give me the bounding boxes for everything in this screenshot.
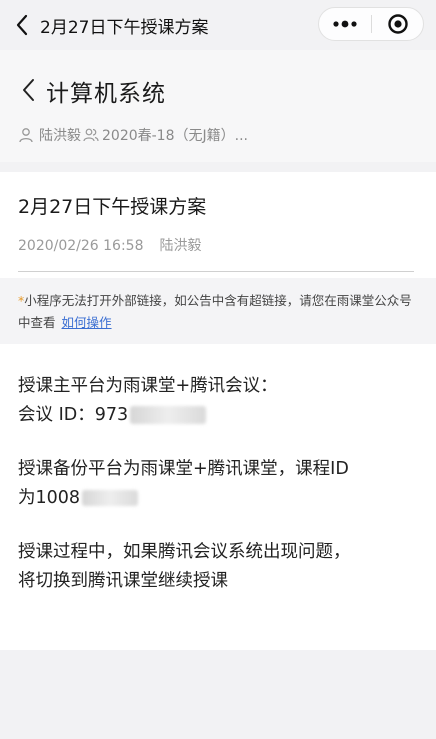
announcement-author: 陆洪毅: [159, 238, 202, 254]
more-button[interactable]: [319, 8, 371, 40]
back-button[interactable]: [10, 12, 34, 38]
redacted-meeting-id: [130, 406, 207, 424]
how-to-link[interactable]: 如何操作: [62, 315, 112, 330]
divider: [18, 271, 414, 272]
course-header: 计算机系统 陆洪毅 2020春-18（无J籍）...: [0, 50, 436, 162]
announcement-meta: 2020/02/26 16:58 陆洪毅: [18, 235, 202, 255]
paragraph-line: 授课主平台为雨课堂+腾讯会议：: [18, 376, 278, 396]
navbar: 2月27日下午授课方案: [0, 0, 436, 50]
announcement-title: 2月27日下午授课方案: [18, 196, 207, 218]
classroom-name: 2020春-18（无J籍）...: [102, 128, 248, 144]
more-dots-icon: [333, 20, 357, 28]
page-title: 2月27日下午授课方案: [40, 18, 209, 38]
paragraph-line: 为1008: [18, 484, 418, 513]
paragraph-fallback: 授课过程中，如果腾讯会议系统出现问题， 将切换到腾讯课堂继续授课: [18, 538, 418, 596]
external-link-notice: *小程序无法打开外部链接，如公告中含有超链接，请您在雨课堂公众号中查看 如何操作: [0, 278, 436, 344]
course-meta: 陆洪毅 2020春-18（无J籍）...: [18, 125, 248, 145]
announcement-card: 2月27日下午授课方案 2020/02/26 16:58 陆洪毅 *小程序无法打开…: [0, 172, 436, 650]
close-button[interactable]: [372, 8, 423, 40]
meeting-id-text: 会议 ID：973: [18, 405, 129, 425]
paragraph-line: 授课过程中，如果腾讯会议系统出现问题，: [18, 542, 351, 562]
paragraph-line: 授课备份平台为雨课堂+腾讯课堂，课程ID: [18, 459, 349, 479]
person-icon: [18, 127, 34, 143]
teacher-name: 陆洪毅: [39, 128, 81, 144]
paragraph-line: 将切换到腾讯课堂继续授课: [18, 571, 228, 591]
redacted-course-id: [82, 490, 139, 506]
announcement-body: 授课主平台为雨课堂+腾讯会议： 会议 ID：973 授课备份平台为雨课堂+腾讯课…: [18, 372, 418, 621]
paragraph-line: 会议 ID：973: [18, 401, 418, 430]
paragraph-main-platform: 授课主平台为雨课堂+腾讯会议： 会议 ID：973: [18, 372, 418, 430]
group-icon: [83, 127, 99, 143]
chevron-left-icon: [16, 14, 28, 36]
miniprogram-capsule: [318, 7, 424, 41]
course-back-button[interactable]: [18, 78, 38, 102]
course-id-text: 为1008: [18, 488, 81, 508]
paragraph-backup-platform: 授课备份平台为雨课堂+腾讯课堂，课程ID 为1008: [18, 455, 418, 513]
chevron-left-icon: [23, 79, 34, 101]
course-title: 计算机系统: [46, 81, 166, 107]
announcement-datetime: 2020/02/26 16:58: [18, 238, 144, 254]
target-close-icon: [387, 14, 408, 34]
